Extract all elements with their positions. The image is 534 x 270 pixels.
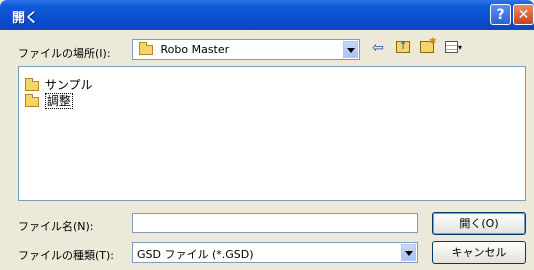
file-type-value: GSD ファイル (*.GSD): [137, 248, 254, 261]
folder-icon: [25, 93, 39, 107]
file-name-label: ファイル名(N):: [18, 220, 94, 233]
file-type-dropdown[interactable]: GSD ファイル (*.GSD): [132, 242, 418, 263]
chevron-down-icon: [343, 41, 358, 58]
chevron-down-icon: [401, 244, 416, 261]
list-item[interactable]: サンプル: [25, 76, 92, 93]
back-arrow-icon[interactable]: ⇦: [372, 41, 384, 55]
cancel-button[interactable]: キャンセル: [432, 241, 526, 264]
look-in-dropdown[interactable]: Robo Master: [132, 39, 360, 60]
close-button[interactable]: ✕: [513, 4, 534, 25]
file-list[interactable]: サンプル 調整: [18, 66, 526, 201]
up-folder-icon[interactable]: ↑: [396, 41, 410, 56]
folder-icon: [25, 77, 39, 91]
list-item[interactable]: 調整: [25, 92, 73, 109]
folder-icon: [139, 42, 153, 55]
help-button[interactable]: ?: [490, 4, 511, 25]
look-in-label: ファイルの場所(I):: [18, 47, 111, 60]
file-name-input[interactable]: [132, 213, 418, 233]
close-icon: ✕: [517, 7, 530, 23]
item-label: サンプル: [44, 78, 93, 92]
open-button[interactable]: 開く(O): [432, 212, 526, 235]
item-label: 調整: [44, 93, 73, 109]
look-in-value: Robo Master: [160, 43, 230, 56]
file-type-label: ファイルの種類(T):: [18, 249, 115, 262]
new-folder-icon[interactable]: ✱: [420, 37, 437, 56]
view-menu-icon[interactable]: ▾: [445, 41, 462, 56]
title-bar[interactable]: 開く ? ✕: [0, 0, 534, 30]
window-title: 開く: [12, 11, 39, 26]
help-icon: ?: [496, 7, 505, 23]
